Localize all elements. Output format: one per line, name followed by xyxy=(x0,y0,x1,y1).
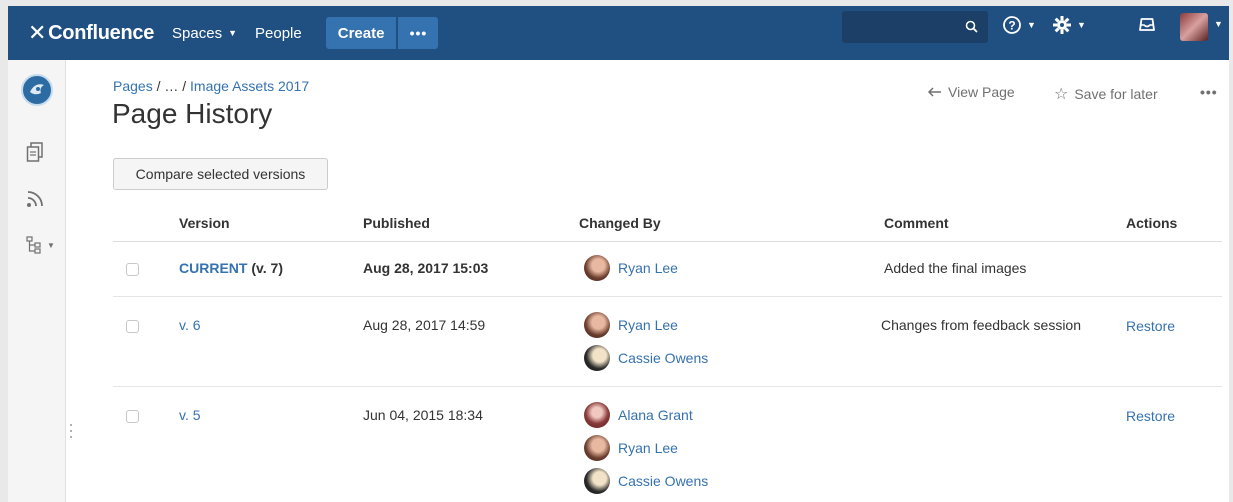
breadcrumb-image-assets[interactable]: Image Assets 2017 xyxy=(190,78,309,94)
chevron-down-icon: ▼ xyxy=(1077,20,1086,30)
breadcrumb-separator: / xyxy=(156,78,161,94)
window-frame-right xyxy=(1229,0,1233,502)
row-divider xyxy=(113,296,1222,297)
search-box xyxy=(842,11,988,43)
breadcrumb-ellipsis[interactable]: … xyxy=(164,78,178,94)
page-title: Page History xyxy=(112,98,273,129)
user-name: Cassie Owens xyxy=(618,473,709,489)
published-date: Jun 04, 2015 18:34 xyxy=(363,407,483,423)
brand-name: Confluence xyxy=(48,21,155,44)
changed-by-user[interactable]: Ryan Lee xyxy=(584,255,678,281)
space-sidebar: ▼ xyxy=(8,60,66,502)
svg-text:?: ? xyxy=(1008,19,1015,33)
settings-menu[interactable]: ▼ xyxy=(1052,15,1086,35)
arrow-left-icon xyxy=(928,87,941,97)
changed-by-user[interactable]: Ryan Lee xyxy=(584,312,678,338)
version-checkbox[interactable] xyxy=(126,263,139,276)
spaces-label: Spaces xyxy=(172,24,223,42)
user-name: Ryan Lee xyxy=(618,317,678,333)
version-link[interactable]: v. 5 xyxy=(179,407,201,423)
create-more-button[interactable]: ••• xyxy=(398,17,439,49)
restore-link[interactable]: Restore xyxy=(1126,318,1175,334)
user-name: Ryan Lee xyxy=(618,440,678,456)
view-page-label: View Page xyxy=(948,84,1015,100)
save-for-later-label: Save for later xyxy=(1074,86,1158,102)
notifications-button[interactable] xyxy=(1138,15,1156,33)
avatar xyxy=(584,468,610,494)
avatar xyxy=(584,435,610,461)
confluence-x-icon: ✕ xyxy=(28,20,47,45)
user-avatar[interactable] xyxy=(1180,13,1208,41)
notifications-icon xyxy=(1139,18,1155,31)
compare-selected-versions-button[interactable]: Compare selected versions xyxy=(113,158,328,190)
space-logo[interactable] xyxy=(21,74,53,106)
column-header-version: Version xyxy=(179,215,230,231)
restore-link[interactable]: Restore xyxy=(1126,408,1175,424)
chevron-down-icon[interactable]: ▼ xyxy=(47,241,55,250)
column-header-comment: Comment xyxy=(884,215,949,231)
search-icon[interactable] xyxy=(965,20,978,33)
top-navigation-bar: ✕ Confluence Spaces ▼ People Create ••• xyxy=(8,6,1229,60)
column-header-actions: Actions xyxy=(1126,215,1178,231)
row-divider xyxy=(113,386,1222,387)
published-date: Aug 28, 2017 14:59 xyxy=(363,317,486,333)
people-label: People xyxy=(255,24,302,42)
column-header-published: Published xyxy=(363,215,430,231)
page-tree-icon[interactable] xyxy=(26,236,42,254)
changed-by-user[interactable]: Alana Grant xyxy=(584,402,693,428)
user-name: Ryan Lee xyxy=(618,260,678,276)
comment-cell: Changes from feedback session xyxy=(881,317,1081,333)
avatar xyxy=(584,255,610,281)
blog-icon[interactable] xyxy=(26,190,44,208)
breadcrumb-separator: / xyxy=(182,78,187,94)
save-for-later-link[interactable]: ☆ Save for later xyxy=(1054,84,1158,104)
avatar xyxy=(584,402,610,428)
create-button[interactable]: Create xyxy=(325,17,397,49)
version-cell: CURRENT (v. 7) xyxy=(179,260,283,276)
version-checkbox[interactable] xyxy=(126,410,139,423)
star-icon: ☆ xyxy=(1054,86,1069,103)
help-icon: ? xyxy=(1003,16,1021,34)
changed-by-user[interactable]: Ryan Lee xyxy=(584,435,678,461)
page-more-button[interactable]: ••• xyxy=(1200,84,1218,100)
space-avatar-icon xyxy=(30,84,44,95)
column-header-changed-by: Changed By xyxy=(579,215,661,231)
confluence-logo[interactable]: ✕ Confluence xyxy=(28,20,154,46)
avatar xyxy=(584,345,610,371)
avatar xyxy=(584,312,610,338)
table-header-divider xyxy=(113,241,1222,242)
help-menu[interactable]: ? ▼ xyxy=(1002,15,1036,35)
changed-by-user[interactable]: Cassie Owens xyxy=(584,468,708,494)
published-date: Aug 28, 2017 15:03 xyxy=(363,260,489,276)
pages-icon[interactable] xyxy=(26,142,44,162)
search-input[interactable] xyxy=(842,11,962,43)
user-name: Cassie Owens xyxy=(618,350,709,366)
breadcrumb: Pages / … / Image Assets 2017 xyxy=(113,78,309,94)
version-suffix: (v. 7) xyxy=(251,260,283,276)
chevron-down-icon: ▼ xyxy=(228,28,238,38)
version-checkbox[interactable] xyxy=(126,320,139,333)
version-link[interactable]: v. 6 xyxy=(179,317,201,333)
user-menu-caret[interactable]: ▼ xyxy=(1214,19,1223,29)
view-page-link[interactable]: View Page xyxy=(928,84,1015,100)
people-link[interactable]: People xyxy=(255,25,302,42)
version-link[interactable]: CURRENT xyxy=(179,260,247,276)
user-name: Alana Grant xyxy=(618,407,693,423)
window-frame-left xyxy=(0,0,8,502)
comment-cell: Added the final images xyxy=(884,260,1027,276)
chevron-down-icon: ▼ xyxy=(1027,20,1036,30)
breadcrumb-pages[interactable]: Pages xyxy=(113,78,153,94)
changed-by-user[interactable]: Cassie Owens xyxy=(584,345,708,371)
chevron-down-icon: ▼ xyxy=(1214,19,1223,29)
sidebar-resize-handle[interactable] xyxy=(70,424,73,442)
gear-icon xyxy=(1053,16,1071,34)
spaces-menu[interactable]: Spaces ▼ xyxy=(172,25,237,42)
